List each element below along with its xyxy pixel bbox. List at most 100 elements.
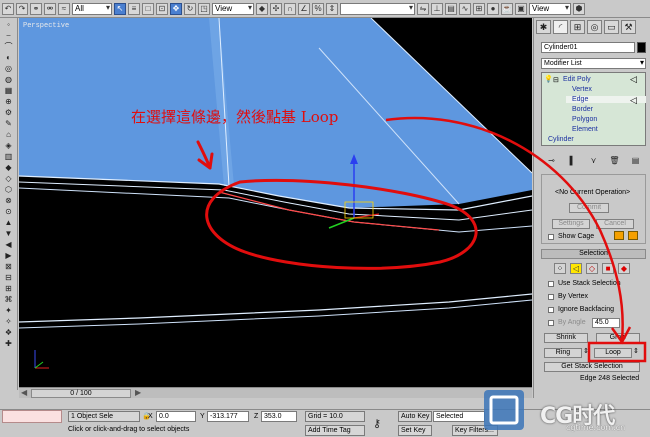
- select-by-name-icon[interactable]: ≡: [128, 2, 140, 15]
- selection-filter-dropdown[interactable]: All: [72, 2, 112, 15]
- expand-icon[interactable]: ⊟: [553, 76, 559, 84]
- use-stack-selection-checkbox[interactable]: [548, 281, 554, 287]
- stack-base-object[interactable]: Cylinder: [548, 136, 574, 143]
- schematic-view-icon[interactable]: ⊞: [473, 2, 485, 15]
- modifier-list-dropdown[interactable]: Modifier List: [541, 58, 646, 69]
- polygon-subobject-icon[interactable]: ■: [602, 263, 614, 274]
- region-select-icon[interactable]: □: [142, 2, 154, 15]
- tool-3-icon[interactable]: ⌒: [3, 42, 15, 52]
- material-editor-icon[interactable]: ●: [487, 2, 499, 15]
- vertex-subobject-icon[interactable]: ⁘: [554, 263, 566, 274]
- edge-subobject-icon[interactable]: ◁: [570, 263, 582, 274]
- pivot-center-icon[interactable]: ◆: [256, 2, 268, 15]
- render-icon[interactable]: ⬢: [573, 2, 585, 15]
- tool-30-icon[interactable]: ✚: [3, 339, 15, 349]
- layer-manager-icon[interactable]: ▤: [445, 2, 457, 15]
- z-coordinate-field[interactable]: 353.0: [261, 411, 297, 422]
- light-bulb-icon[interactable]: 💡: [544, 75, 553, 83]
- element-subobject-icon[interactable]: ◆: [618, 263, 630, 274]
- remove-modifier-icon[interactable]: 🗑: [609, 156, 621, 166]
- object-name-field[interactable]: Cylinder01: [541, 42, 635, 53]
- x-coordinate-field[interactable]: 0.0: [156, 411, 196, 422]
- cage-color-swatch-1[interactable]: [614, 231, 624, 240]
- render-type-dropdown[interactable]: View: [529, 2, 571, 15]
- tool-6-icon[interactable]: ◍: [3, 75, 15, 85]
- tool-19-icon[interactable]: ▲: [3, 218, 15, 228]
- bind-icon[interactable]: ≈: [58, 2, 70, 15]
- angle-value-field[interactable]: 45.0: [592, 318, 620, 328]
- tool-4-icon[interactable]: ◐: [3, 53, 15, 63]
- make-unique-icon[interactable]: ⋎: [588, 156, 600, 166]
- configure-sets-icon[interactable]: ▤: [630, 156, 642, 166]
- redo-icon[interactable]: ↷: [16, 2, 28, 15]
- tool-13-icon[interactable]: ▥: [3, 152, 15, 162]
- tool-12-icon[interactable]: ◈: [3, 141, 15, 151]
- perspective-viewport[interactable]: Perspective: [19, 18, 532, 387]
- tool-9-icon[interactable]: ⚙: [3, 108, 15, 118]
- hierarchy-tab-icon[interactable]: ⊞: [570, 20, 585, 34]
- stack-modifier-edit-poly[interactable]: Edit Poly: [563, 76, 591, 83]
- window-crossing-icon[interactable]: ⊡: [156, 2, 168, 15]
- settings-button[interactable]: Settings: [552, 219, 590, 229]
- tool-24-icon[interactable]: ⊟: [3, 273, 15, 283]
- prev-frame-icon[interactable]: ◀: [21, 388, 27, 397]
- tool-20-icon[interactable]: ▼: [3, 229, 15, 239]
- set-key-button[interactable]: Set Key: [398, 425, 432, 436]
- tool-22-icon[interactable]: ▶: [3, 251, 15, 261]
- key-mode-icon[interactable]: ⚷: [373, 417, 381, 430]
- grow-button[interactable]: Grow: [596, 333, 640, 343]
- modify-tab-icon[interactable]: ◜: [553, 20, 568, 34]
- cancel-button[interactable]: Cancel: [596, 219, 634, 229]
- link-icon[interactable]: ⚭: [30, 2, 42, 15]
- pin-stack-icon[interactable]: ⊸: [546, 156, 558, 166]
- tool-25-icon[interactable]: ⊞: [3, 284, 15, 294]
- tool-17-icon[interactable]: ⊗: [3, 196, 15, 206]
- shrink-button[interactable]: Shrink: [544, 333, 588, 343]
- angle-snap-icon[interactable]: ∠: [298, 2, 310, 15]
- show-end-result-icon[interactable]: ▌: [567, 156, 579, 166]
- curve-editor-icon[interactable]: ∿: [459, 2, 471, 15]
- ignore-backfacing-checkbox[interactable]: [548, 307, 554, 313]
- motion-tab-icon[interactable]: ◎: [587, 20, 602, 34]
- cage-color-swatch-2[interactable]: [628, 231, 638, 240]
- ring-spinner-icon[interactable]: ⇕: [583, 347, 589, 355]
- object-color-swatch[interactable]: [637, 42, 646, 53]
- undo-icon[interactable]: ↶: [2, 2, 14, 15]
- selection-rollout-title[interactable]: Selection: [541, 249, 646, 259]
- select-manipulate-icon[interactable]: ✣: [270, 2, 282, 15]
- tool-11-icon[interactable]: ⌂: [3, 130, 15, 140]
- stack-item-border[interactable]: Border: [572, 106, 593, 113]
- tool-27-icon[interactable]: ✦: [3, 306, 15, 316]
- auto-key-mode-dropdown[interactable]: Selected: [433, 411, 485, 422]
- commit-button[interactable]: Commit: [569, 203, 609, 213]
- by-angle-checkbox[interactable]: [548, 320, 554, 326]
- utilities-tab-icon[interactable]: ⚒: [621, 20, 636, 34]
- tool-10-icon[interactable]: ✎: [3, 119, 15, 129]
- snap-toggle-icon[interactable]: ∩: [284, 2, 296, 15]
- tool-26-icon[interactable]: ⌘: [3, 295, 15, 305]
- viewport-label[interactable]: Perspective: [23, 22, 69, 30]
- tool-1-icon[interactable]: ◦: [3, 20, 15, 30]
- quick-render-icon[interactable]: ▣: [515, 2, 527, 15]
- tool-15-icon[interactable]: ◇: [3, 174, 15, 184]
- mirror-icon[interactable]: ⇋: [417, 2, 429, 15]
- select-object-icon[interactable]: ↖: [114, 2, 126, 15]
- auto-key-button[interactable]: Auto Key: [398, 411, 432, 422]
- show-cage-checkbox[interactable]: [548, 234, 554, 240]
- tool-5-icon[interactable]: ◎: [3, 64, 15, 74]
- select-rotate-icon[interactable]: ↻: [184, 2, 196, 15]
- reference-coordinate-dropdown[interactable]: View: [212, 2, 254, 15]
- stack-item-vertex[interactable]: Vertex: [572, 86, 592, 93]
- create-tab-icon[interactable]: ✱: [536, 20, 551, 34]
- tool-2-icon[interactable]: ⎯: [3, 31, 15, 41]
- percent-snap-icon[interactable]: %: [312, 2, 324, 15]
- select-move-icon[interactable]: ✥: [170, 2, 182, 15]
- named-selection-dropdown[interactable]: [340, 2, 415, 15]
- next-frame-icon[interactable]: ▶: [135, 388, 141, 397]
- maxscript-listener[interactable]: [2, 410, 62, 423]
- time-slider[interactable]: ◀ 0 / 100 ▶: [19, 387, 532, 398]
- display-tab-icon[interactable]: ▭: [604, 20, 619, 34]
- get-stack-selection-button[interactable]: Get Stack Selection: [544, 362, 640, 372]
- border-subobject-icon[interactable]: ◇: [586, 263, 598, 274]
- loop-button[interactable]: Loop: [594, 348, 632, 358]
